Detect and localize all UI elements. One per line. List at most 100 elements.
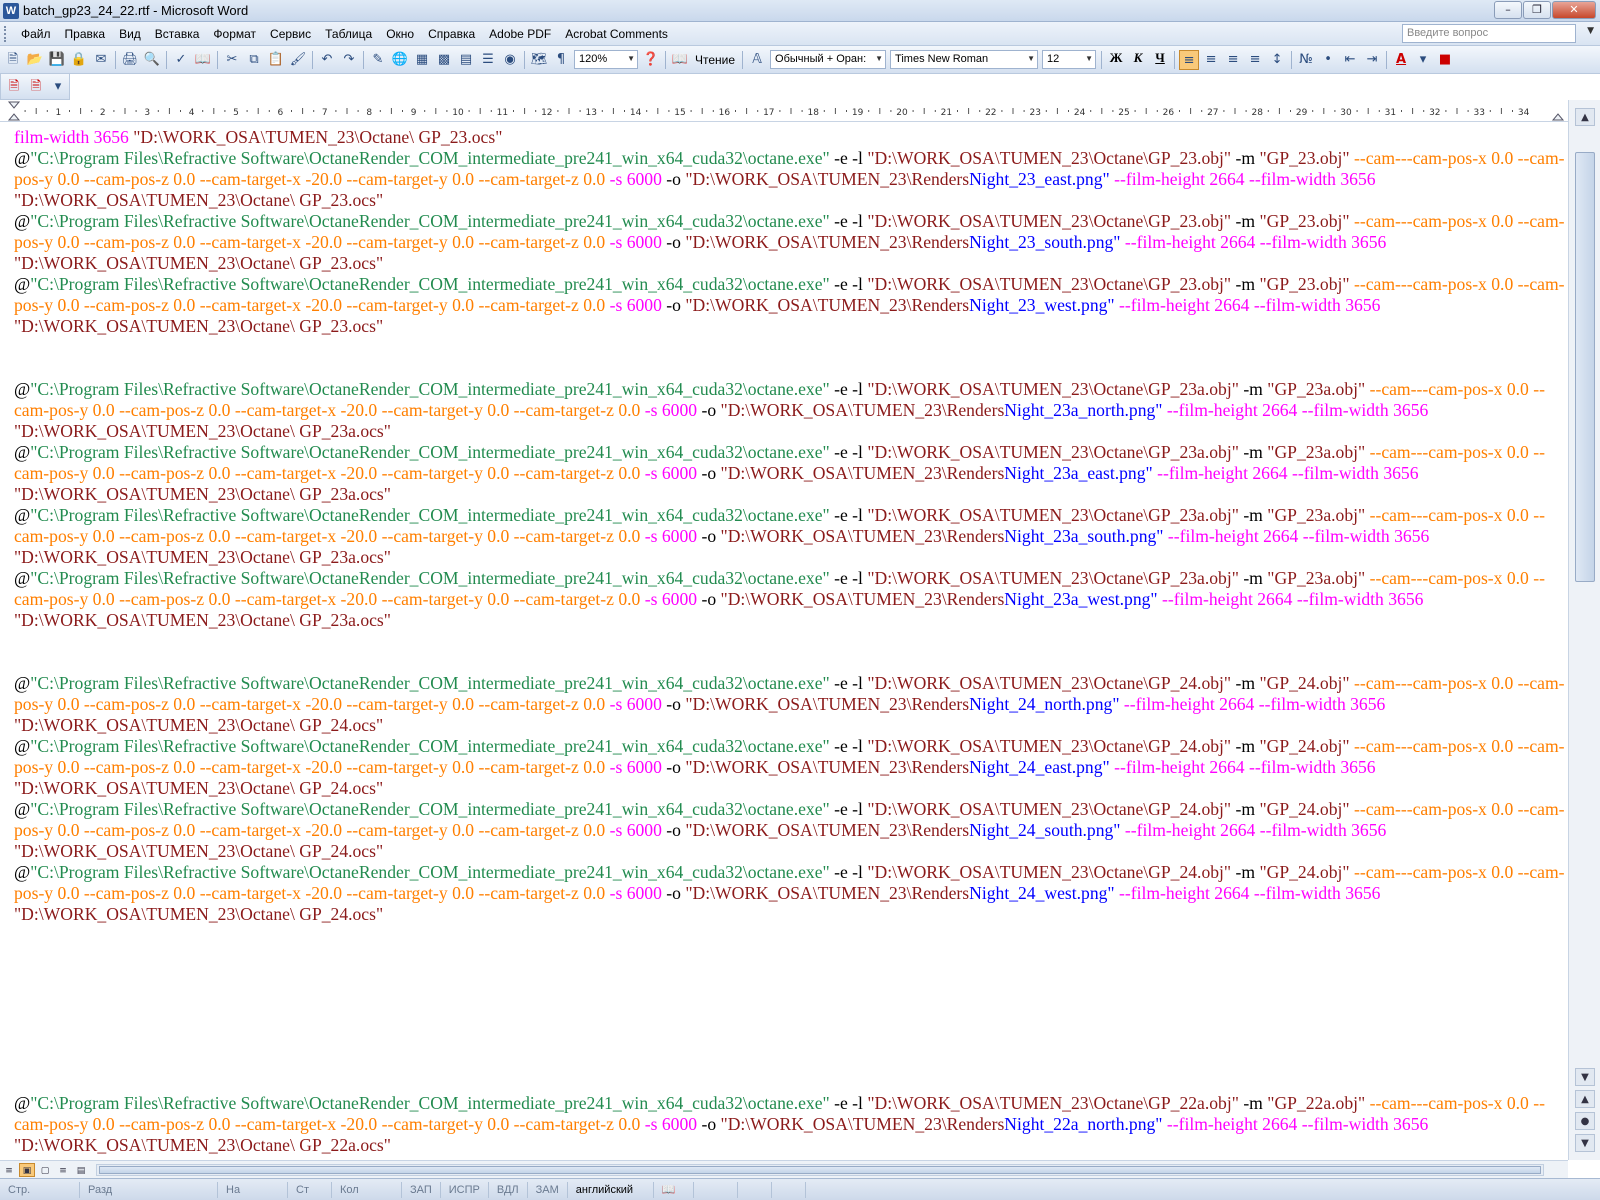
- copy-icon[interactable]: ⧉: [244, 50, 264, 70]
- help-icon[interactable]: ❓: [641, 50, 661, 70]
- font-size-select[interactable]: 12 ▼: [1042, 50, 1097, 69]
- ocs-file: GP_23a.ocs": [299, 610, 391, 630]
- styles-formatting-icon[interactable]: 𝔸: [747, 50, 767, 70]
- browse-object-icon[interactable]: ●: [1575, 1112, 1595, 1130]
- increase-indent-icon[interactable]: ⇥: [1362, 50, 1382, 70]
- document-map-icon[interactable]: 🗺: [529, 50, 549, 70]
- flag-o: -o: [697, 526, 721, 546]
- tables-borders-icon[interactable]: ▦: [412, 50, 432, 70]
- menu-window[interactable]: Окно: [379, 25, 421, 43]
- word-app-icon[interactable]: W: [3, 2, 19, 19]
- horizontal-scrollbar[interactable]: ≡ ▣ ▢ ≡ ▤: [0, 1160, 1568, 1178]
- scroll-up-icon[interactable]: ▲: [1575, 108, 1595, 126]
- save-icon[interactable]: 💾: [47, 50, 67, 70]
- insert-excel-icon[interactable]: ▤: [456, 50, 476, 70]
- ask-question-input[interactable]: Введите вопрос: [1402, 24, 1576, 43]
- close-button[interactable]: ✕: [1552, 1, 1596, 19]
- menu-help[interactable]: Справка: [421, 25, 482, 43]
- italic-button[interactable]: К: [1128, 50, 1148, 70]
- menu-table[interactable]: Таблица: [318, 25, 379, 43]
- undo-icon[interactable]: ↶: [317, 50, 337, 70]
- bullets-icon[interactable]: •: [1318, 50, 1338, 70]
- zoom-select[interactable]: 120% ▼: [574, 50, 638, 69]
- vertical-scroll-thumb[interactable]: [1575, 152, 1595, 582]
- print-icon[interactable]: 🖨: [120, 50, 140, 70]
- align-right-icon[interactable]: ≡: [1223, 50, 1243, 70]
- redo-icon[interactable]: ↷: [339, 50, 359, 70]
- menu-file[interactable]: Файл: [14, 25, 58, 43]
- print-preview-icon[interactable]: 🔍: [142, 50, 162, 70]
- spelling-status-icon[interactable]: 📖: [654, 1181, 694, 1198]
- line-spacing-icon[interactable]: ↕: [1267, 50, 1287, 70]
- flag-o: -o: [661, 883, 686, 903]
- menu-insert[interactable]: Вставка: [148, 25, 207, 43]
- paste-icon[interactable]: 📋: [266, 50, 286, 70]
- document-body[interactable]: film-width 3656 "D:\WORK_OSA\TUMEN_23\Oc…: [14, 127, 1566, 1156]
- previous-page-icon[interactable]: ▲: [1575, 1090, 1595, 1108]
- normal-view-icon[interactable]: ≡: [1, 1163, 17, 1177]
- status-overtype[interactable]: ЗАМ: [528, 1181, 568, 1198]
- insert-table-icon[interactable]: ▩: [434, 50, 454, 70]
- menu-tools[interactable]: Сервис: [263, 25, 318, 43]
- underline-button[interactable]: Ч: [1150, 50, 1170, 70]
- justify-icon[interactable]: ≡: [1245, 50, 1265, 70]
- reading-view-icon[interactable]: ▤: [73, 1163, 89, 1177]
- columns-icon[interactable]: ☰: [478, 50, 498, 70]
- style-select[interactable]: Обычный + Оран: ▼: [770, 50, 887, 69]
- convert-and-email-icon[interactable]: 🗎: [26, 77, 46, 97]
- email-icon[interactable]: ✉: [91, 50, 111, 70]
- horizontal-scroll-thumb[interactable]: [99, 1166, 1541, 1174]
- horizontal-ruler[interactable]: 1 2 3 4 5 6 7 8 9 10 11 12 13 14 15 16 17 18 19 20 21 22 23 24 2…: [0, 100, 1568, 122]
- decrease-indent-icon[interactable]: ⇤: [1340, 50, 1360, 70]
- bold-button[interactable]: Ж: [1106, 50, 1126, 70]
- print-layout-icon[interactable]: ▢: [37, 1163, 53, 1177]
- film-width-option: film-width 3656: [1265, 883, 1381, 903]
- drawing-icon[interactable]: ✎: [368, 50, 388, 70]
- open-folder-icon[interactable]: 📂: [25, 50, 45, 70]
- status-language[interactable]: английский: [568, 1181, 654, 1198]
- cam-pos-z-value: 0.0: [208, 589, 231, 609]
- font-select[interactable]: Times New Roman ▼: [890, 50, 1039, 69]
- web-view-icon[interactable]: ▣: [19, 1162, 35, 1177]
- horizontal-scroll-track[interactable]: [96, 1164, 1544, 1176]
- research-icon[interactable]: 📖: [193, 50, 213, 70]
- ask-dropdown-icon[interactable]: ▼: [1587, 26, 1594, 36]
- drawing-tools-icon[interactable]: ◉: [500, 50, 520, 70]
- toolbar-separator: [1291, 50, 1293, 69]
- align-center-icon[interactable]: ≡: [1201, 50, 1221, 70]
- font-color-icon[interactable]: A: [1391, 50, 1411, 70]
- menu-view[interactable]: Вид: [112, 25, 148, 43]
- cam-target-z-option: --cam-target-z: [509, 589, 619, 609]
- next-page-icon[interactable]: ▼: [1575, 1134, 1595, 1152]
- hyperlink-icon[interactable]: 🌐: [390, 50, 410, 70]
- cut-icon[interactable]: ✂: [222, 50, 242, 70]
- minimize-button[interactable]: –: [1494, 1, 1522, 19]
- document-area[interactable]: film-width 3656 "D:\WORK_OSA\TUMEN_23\Oc…: [0, 122, 1568, 1160]
- vertical-scrollbar[interactable]: ▲ ▼ ▲ ● ▼: [1568, 100, 1600, 1160]
- ruler-scale: 1 2 3 4 5 6 7 8 9 10 11 12 13 14 15 16 17 18 19 20 21 22 23 24 2…: [0, 101, 1568, 121]
- adobe-pdf-icon[interactable]: ■: [1435, 50, 1455, 70]
- spelling-icon[interactable]: ✓: [171, 50, 191, 70]
- toolbar-options-icon[interactable]: ▾: [48, 77, 68, 97]
- permission-icon[interactable]: 🔒: [69, 50, 89, 70]
- numbering-icon[interactable]: №: [1296, 50, 1316, 70]
- status-record[interactable]: ЗАП: [402, 1181, 441, 1198]
- menubar-grip[interactable]: [4, 25, 10, 42]
- menu-edit[interactable]: Правка: [58, 25, 113, 43]
- scroll-down-icon[interactable]: ▼: [1575, 1068, 1595, 1086]
- toolbar-options-icon[interactable]: ▾: [1413, 50, 1433, 70]
- reading-book-icon[interactable]: 📖: [670, 50, 690, 70]
- reading-mode-button[interactable]: Чтение: [691, 53, 739, 67]
- format-painter-icon[interactable]: 🖌: [288, 50, 308, 70]
- outline-view-icon[interactable]: ≡: [55, 1163, 71, 1177]
- show-hide-formatting-icon[interactable]: ¶: [551, 50, 571, 70]
- new-document-icon[interactable]: 🗎: [3, 50, 23, 70]
- align-left-icon[interactable]: ≡: [1179, 49, 1200, 70]
- menu-acrobat-comments[interactable]: Acrobat Comments: [558, 25, 675, 43]
- maximize-button[interactable]: ❐: [1523, 1, 1551, 19]
- convert-to-pdf-icon[interactable]: 🗎: [4, 77, 24, 97]
- menu-format[interactable]: Формат: [206, 25, 263, 43]
- menu-adobe-pdf[interactable]: Adobe PDF: [482, 25, 558, 43]
- status-extend[interactable]: ВДЛ: [489, 1181, 528, 1198]
- status-track-changes[interactable]: ИСПР: [441, 1181, 489, 1198]
